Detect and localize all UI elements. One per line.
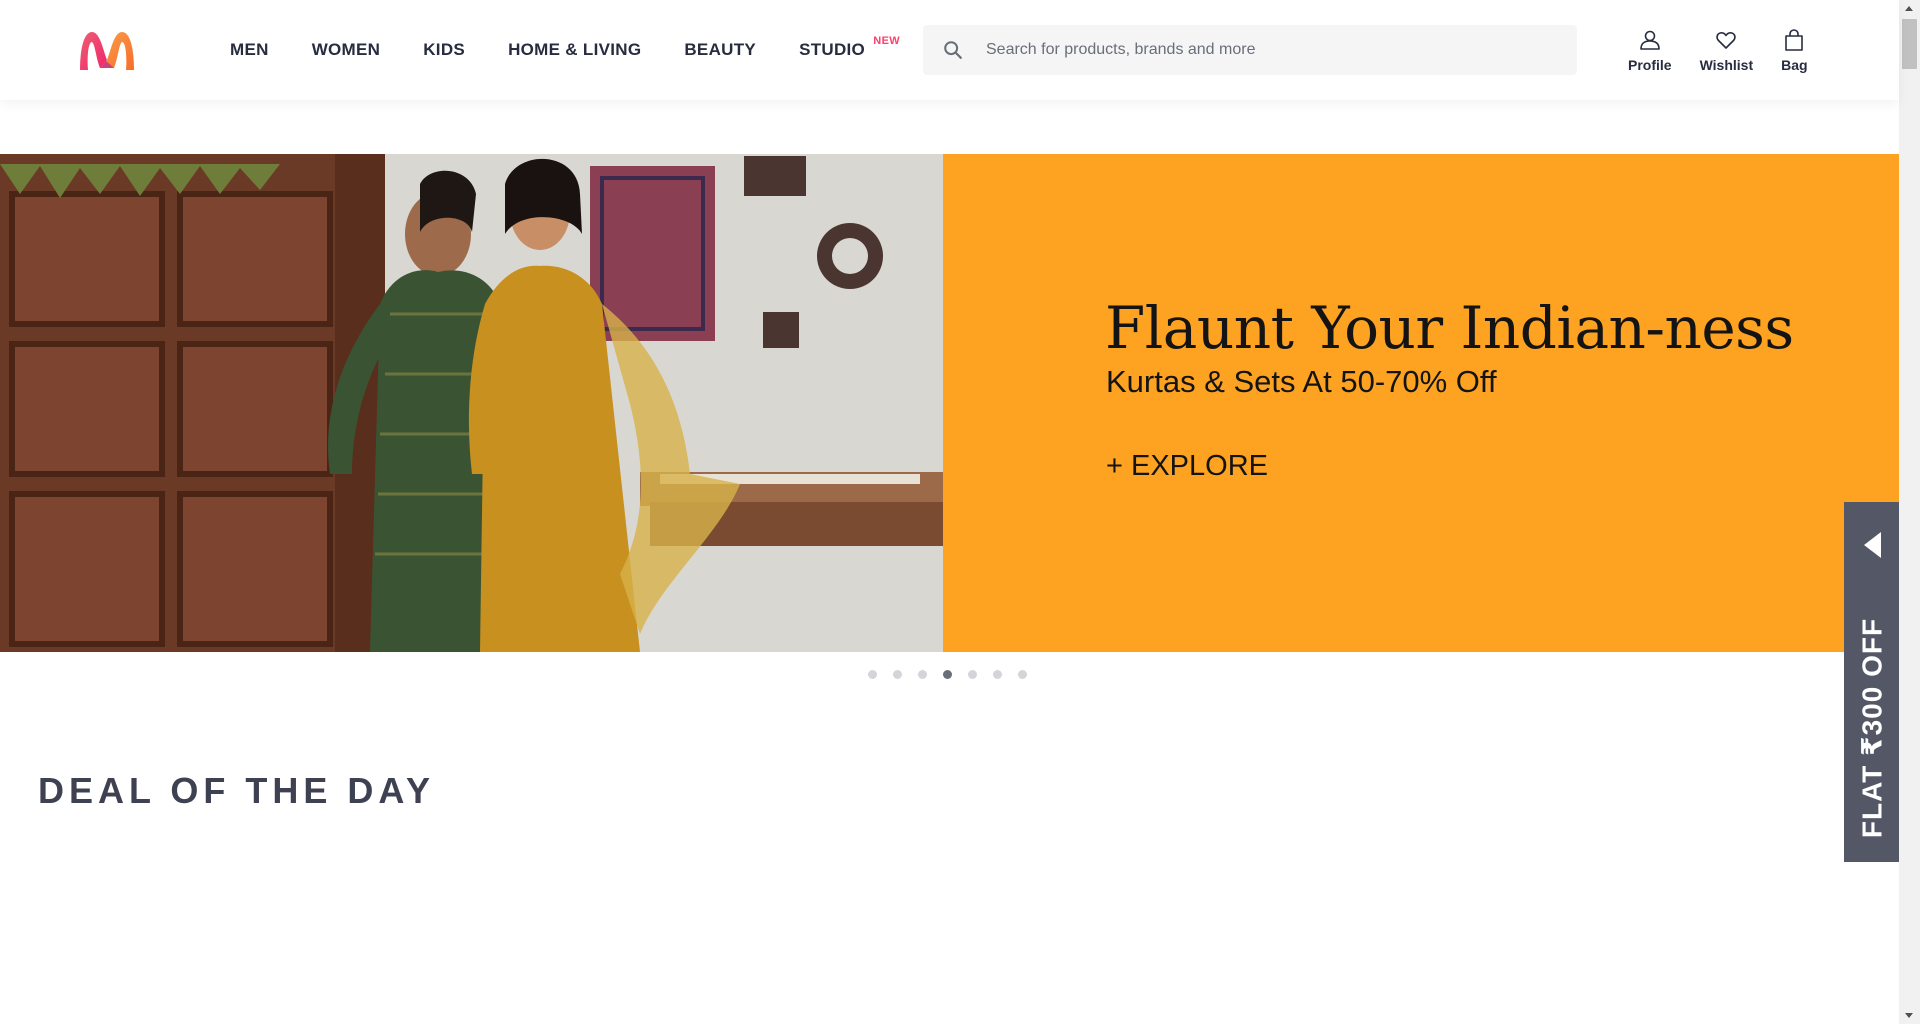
hero-banner[interactable]: Flaunt Your Indian-ness Kurtas & Sets At… — [0, 154, 1899, 652]
carousel-dot[interactable] — [968, 670, 977, 679]
scroll-up-arrow-icon[interactable] — [1899, 0, 1920, 17]
nav-men[interactable]: MEN — [230, 0, 269, 100]
banner-image — [0, 154, 943, 652]
caret-left-icon[interactable] — [1864, 532, 1881, 558]
wishlist-label: Wishlist — [1699, 57, 1754, 73]
carousel-dot[interactable] — [1018, 670, 1027, 679]
search-input[interactable] — [986, 27, 1546, 73]
profile-icon — [1639, 30, 1660, 50]
carousel-dot-active[interactable] — [943, 670, 952, 679]
nav-kids[interactable]: KIDS — [423, 0, 465, 100]
coupon-side-tab[interactable]: FLAT ₹300 OFF — [1844, 502, 1899, 862]
carousel-dot[interactable] — [893, 670, 902, 679]
bag-icon — [1785, 29, 1804, 51]
site-header: MEN WOMEN KIDS HOME & LIVING BEAUTY STUD… — [0, 0, 1899, 100]
banner-subtitle: Kurtas & Sets At 50-70% Off — [1106, 364, 1497, 399]
nav-women[interactable]: WOMEN — [312, 0, 381, 100]
scroll-down-arrow-icon[interactable] — [1899, 1007, 1920, 1024]
nav-beauty[interactable]: BEAUTY — [684, 0, 756, 100]
banner-text-panel: Flaunt Your Indian-ness Kurtas & Sets At… — [943, 154, 1899, 652]
nav-women-label: WOMEN — [311, 40, 381, 59]
nav-home-living-label: HOME & LIVING — [508, 40, 642, 59]
nav-studio-label: STUDIO — [799, 40, 866, 59]
bag-label: Bag — [1781, 57, 1808, 73]
carousel-dot[interactable] — [868, 670, 877, 679]
carousel-dot[interactable] — [993, 670, 1002, 679]
nav-studio[interactable]: STUDIO NEW — [799, 0, 900, 100]
main-nav: MEN WOMEN KIDS HOME & LIVING BEAUTY STUD… — [230, 0, 908, 100]
header-actions: Profile Wishlist Bag — [1628, 28, 1808, 78]
coupon-text: FLAT ₹300 OFF — [1856, 617, 1887, 839]
new-badge: NEW — [873, 35, 901, 47]
wishlist-button[interactable]: Wishlist — [1699, 28, 1754, 78]
carousel-dots — [868, 670, 1043, 679]
carousel-dot[interactable] — [918, 670, 927, 679]
search-icon[interactable] — [942, 39, 964, 61]
deal-of-the-day-heading: DEAL OF THE DAY — [38, 770, 436, 811]
nav-beauty-label: BEAUTY — [684, 40, 757, 59]
profile-button[interactable]: Profile — [1628, 28, 1672, 78]
brand-logo[interactable] — [76, 28, 138, 72]
nav-men-label: MEN — [230, 40, 269, 59]
explore-link[interactable]: + EXPLORE — [1106, 450, 1268, 483]
heart-icon — [1716, 32, 1737, 49]
myntra-home-page: MEN WOMEN KIDS HOME & LIVING BEAUTY STUD… — [0, 0, 1920, 1024]
bag-button[interactable]: Bag — [1781, 28, 1808, 78]
nav-home-living[interactable]: HOME & LIVING — [508, 0, 641, 100]
nav-kids-label: KIDS — [423, 40, 466, 59]
banner-title: Flaunt Your Indian-ness — [1105, 294, 1794, 362]
profile-label: Profile — [1628, 57, 1672, 73]
scroll-thumb[interactable] — [1902, 19, 1917, 69]
search-bar — [923, 25, 1577, 75]
page-scrollbar[interactable] — [1899, 0, 1920, 1024]
